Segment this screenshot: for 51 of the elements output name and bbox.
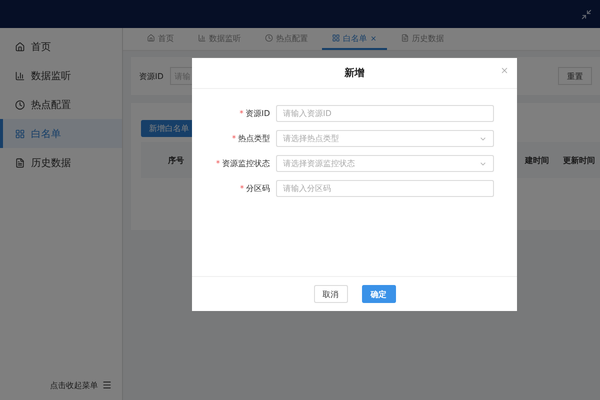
sidebar-label: 热点配置: [31, 98, 71, 112]
bar-chart-icon: [15, 70, 25, 80]
dialog-title: 新增: [344, 66, 364, 80]
document-icon: [401, 34, 409, 42]
clock-icon: [15, 100, 25, 110]
document-icon: [15, 158, 25, 168]
input-field[interactable]: 请输入分区码: [276, 180, 494, 197]
grid-icon: [332, 34, 340, 42]
tab-label: 历史数据: [412, 32, 444, 44]
field-label: * 分区码: [239, 183, 270, 194]
sidebar-item[interactable]: 数据监听: [0, 61, 122, 90]
column-header: 序号: [167, 154, 185, 166]
field-label: 资源ID: [139, 70, 164, 82]
sidebar-item[interactable]: 热点配置: [0, 90, 122, 119]
field-label: * 资源ID: [238, 108, 270, 119]
sidebar-item[interactable]: 首页: [0, 32, 122, 61]
clock-icon: [265, 34, 273, 42]
sidebar-label: 历史数据: [31, 156, 71, 170]
sidebar-item[interactable]: 白名单: [0, 119, 122, 148]
select-field[interactable]: 请选择热点类型: [276, 130, 494, 147]
tab[interactable]: 白名单: [322, 28, 387, 50]
home-icon: [15, 42, 25, 52]
field-label: * 热点类型: [231, 133, 270, 144]
window-icon[interactable]: [581, 8, 592, 20]
sidebar-item[interactable]: 历史数据: [0, 148, 122, 177]
field-label: * 资源监控状态: [215, 158, 270, 169]
reset-button[interactable]: 重置: [558, 67, 592, 85]
tab-label: 数据监听: [209, 32, 241, 44]
grid-icon: [15, 128, 25, 138]
collapse-menu-button[interactable]: 点击收起菜单: [50, 380, 112, 390]
sidebar-label: 白名单: [31, 128, 61, 140]
tab[interactable]: 首页: [137, 28, 184, 50]
tab-label: 首页: [158, 32, 174, 44]
input-field[interactable]: 请输入资源ID: [276, 105, 494, 122]
tab[interactable]: 数据监听: [188, 28, 251, 50]
close-button[interactable]: [500, 66, 509, 75]
tab-label: 白名单: [343, 32, 367, 44]
menu-icon: [102, 380, 112, 390]
select-field[interactable]: 请选择资源监控状态: [276, 155, 494, 172]
tab[interactable]: 历史数据: [391, 28, 454, 50]
bar-chart-icon: [198, 34, 206, 42]
column-header: 建时间: [524, 154, 550, 166]
close-icon[interactable]: [370, 34, 377, 42]
column-header: 更新时间: [562, 154, 596, 166]
confirm-button[interactable]: 确定: [362, 285, 396, 303]
sidebar-label: 数据监听: [31, 70, 71, 82]
sidebar-label: 首页: [31, 40, 51, 54]
tab[interactable]: 热点配置: [255, 28, 318, 50]
cancel-button[interactable]: 取消: [314, 285, 348, 303]
home-icon: [147, 34, 155, 42]
tab-label: 热点配置: [276, 32, 308, 44]
